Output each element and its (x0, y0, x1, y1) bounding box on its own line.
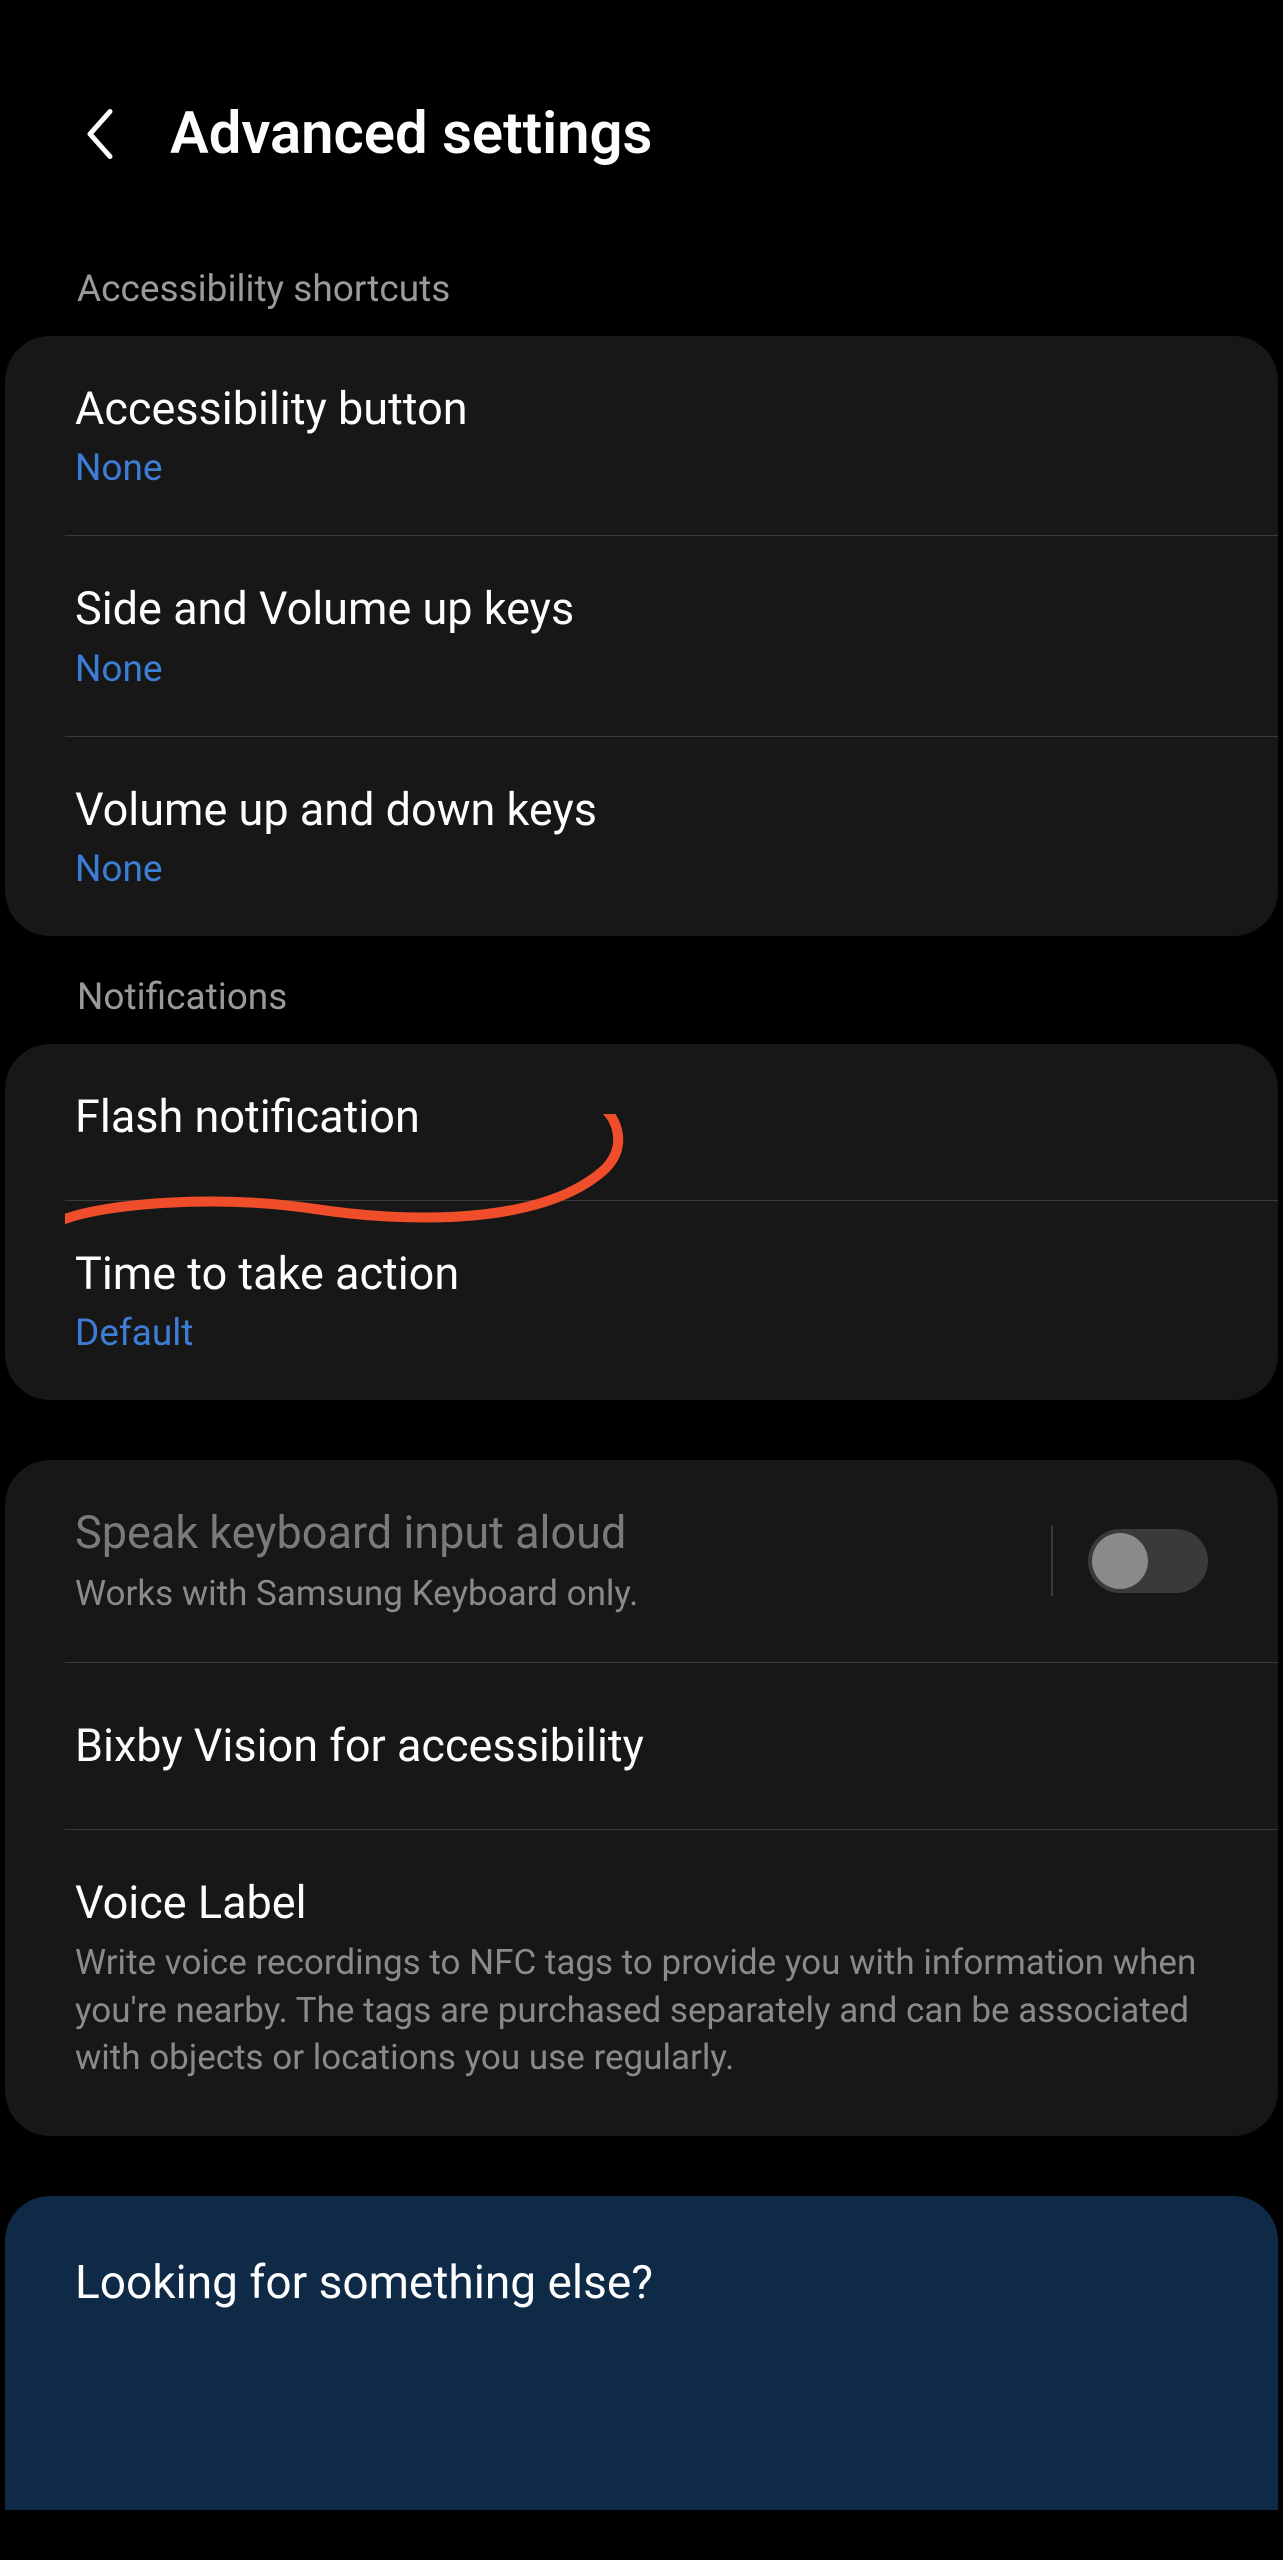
row-title: Voice Label (75, 1875, 1208, 1931)
row-side-volume-keys[interactable]: Side and Volume up keys None (5, 536, 1278, 735)
footer-card[interactable]: Looking for something else? (5, 2196, 1278, 2510)
toggle-wrap (1051, 1526, 1208, 1596)
toggle-divider (1051, 1526, 1053, 1596)
footer-title: Looking for something else? (75, 2256, 1208, 2310)
row-description: Write voice recordings to NFC tags to pr… (75, 1939, 1208, 2081)
row-title: Flash notification (75, 1089, 1208, 1145)
row-voice-label[interactable]: Voice Label Write voice recordings to NF… (5, 1830, 1278, 2136)
row-title: Bixby Vision for accessibility (75, 1718, 1208, 1774)
row-volume-up-down-keys[interactable]: Volume up and down keys None (5, 737, 1278, 936)
row-value: Default (75, 1312, 1208, 1355)
row-time-to-take-action[interactable]: Time to take action Default (5, 1201, 1278, 1400)
card-notifications: Flash notification Time to take action D… (5, 1044, 1278, 1401)
row-speak-keyboard-input[interactable]: Speak keyboard input aloud Works with Sa… (5, 1460, 1278, 1662)
row-flash-notification[interactable]: Flash notification (5, 1044, 1278, 1200)
page-title: Advanced settings (170, 100, 652, 168)
card-shortcuts: Accessibility button None Side and Volum… (5, 336, 1278, 936)
row-bixby-vision[interactable]: Bixby Vision for accessibility (5, 1663, 1278, 1829)
row-description: Works with Samsung Keyboard only. (75, 1570, 1021, 1617)
row-accessibility-button[interactable]: Accessibility button None (5, 336, 1278, 535)
row-title: Volume up and down keys (75, 782, 1208, 838)
row-value: None (75, 848, 1208, 891)
back-icon[interactable] (80, 104, 120, 164)
row-title: Time to take action (75, 1246, 1208, 1302)
row-value: None (75, 648, 1208, 691)
card-other: Speak keyboard input aloud Works with Sa… (5, 1460, 1278, 2136)
toggle-speak-keyboard[interactable] (1088, 1529, 1208, 1593)
header: Advanced settings (0, 0, 1283, 228)
row-title: Accessibility button (75, 381, 1208, 437)
row-title: Side and Volume up keys (75, 581, 1208, 637)
section-header-shortcuts: Accessibility shortcuts (0, 228, 1283, 336)
row-title: Speak keyboard input aloud (75, 1505, 1021, 1561)
row-value: None (75, 447, 1208, 490)
section-header-notifications: Notifications (0, 936, 1283, 1044)
toggle-knob (1092, 1533, 1148, 1589)
